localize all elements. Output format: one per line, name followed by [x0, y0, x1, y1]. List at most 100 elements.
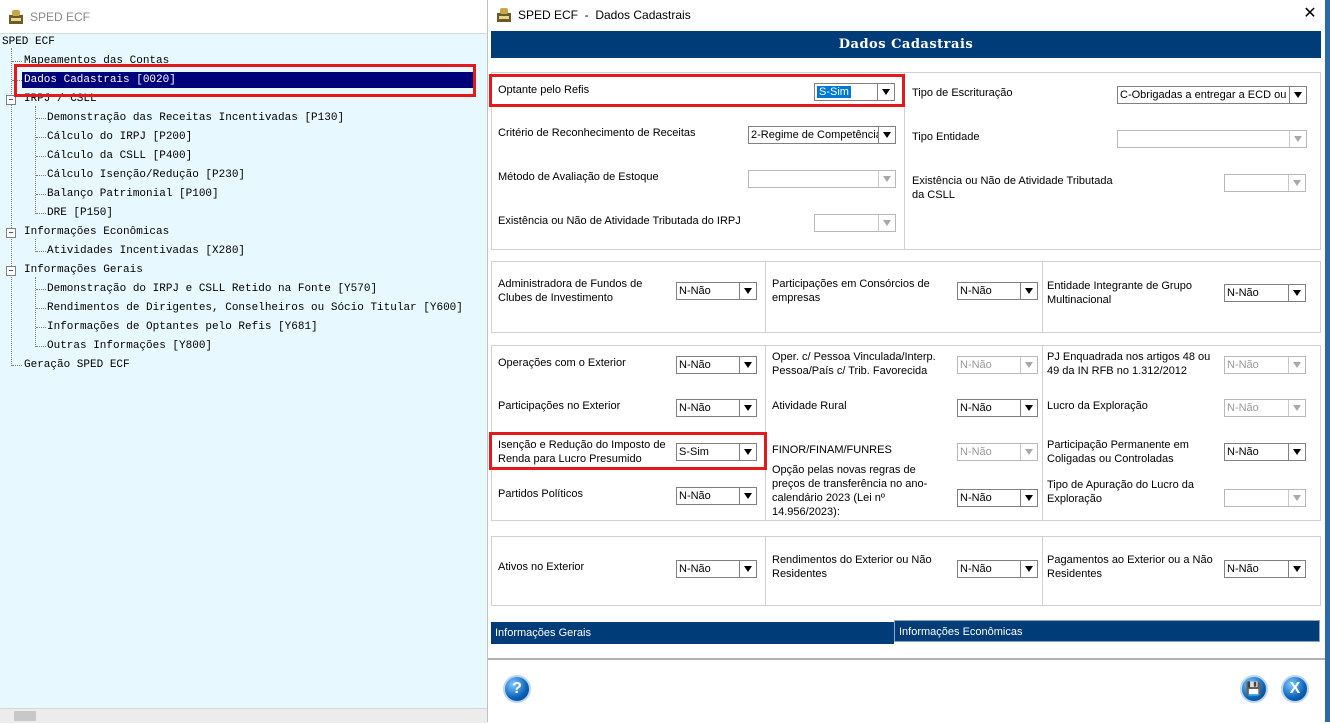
combo-tipo-escrituracao[interactable]: C-Obrigadas a entregar a ECD ou e: [1117, 86, 1307, 104]
tree-item-p400[interactable]: Cálculo da CSLL [P400]: [47, 148, 192, 164]
dropdown-arrow-icon[interactable]: [1020, 283, 1037, 299]
tree-item-y800[interactable]: Outras Informações [Y800]: [47, 338, 212, 354]
dropdown-arrow-icon[interactable]: [739, 283, 756, 299]
combo-rendimentos-exterior[interactable]: N-Não: [957, 560, 1038, 578]
combo-value: C-Obrigadas a entregar a ECD ou e: [1120, 89, 1296, 101]
collapse-icon[interactable]: −: [6, 228, 16, 238]
dropdown-arrow-icon[interactable]: [739, 400, 756, 416]
tree-item-p100[interactable]: Balanço Patrimonial [P100]: [47, 186, 219, 202]
tree-line: [12, 365, 22, 366]
collapse-icon[interactable]: −: [6, 266, 16, 276]
left-title-bar: SPED ECF: [0, 0, 487, 34]
combo-atividade-csll[interactable]: [1224, 174, 1306, 192]
dados-cadastrais-dialog: SPED ECF - Dados Cadastrais ✕ Dados Cada…: [487, 0, 1326, 724]
tree-item-y681[interactable]: Informações de Optantes pelo Refis [Y681…: [47, 319, 318, 335]
dropdown-arrow-icon[interactable]: [1288, 444, 1305, 460]
close-icon[interactable]: ✕: [1300, 4, 1320, 24]
combo-administradora-fundos[interactable]: N-Não: [676, 282, 757, 300]
tree-root[interactable]: SPED ECF: [2, 34, 55, 50]
label-consorcios: Participações em Consórcios de empresas: [772, 278, 930, 304]
dropdown-arrow-icon[interactable]: [1288, 357, 1305, 373]
tree-line: [36, 346, 46, 347]
label-participacao-permanente: Participação Permanente em Coligadas ou …: [1047, 439, 1189, 465]
tree-line: [36, 308, 46, 309]
navigation-tree[interactable]: SPED ECF Mapeamentos das Contas Dados Ca…: [0, 34, 487, 708]
highlight-box: [489, 432, 767, 470]
tree-line: [36, 251, 46, 252]
tree-item-p200[interactable]: Cálculo do IRPJ [P200]: [47, 129, 192, 145]
dropdown-arrow-icon[interactable]: [739, 561, 756, 577]
combo-atividade-rural[interactable]: N-Não: [957, 399, 1038, 417]
tree-item-y600[interactable]: Rendimentos de Dirigentes, Conselheiros …: [47, 300, 463, 316]
dropdown-arrow-icon[interactable]: [1289, 131, 1306, 147]
tree-item-p150[interactable]: DRE [P150]: [47, 205, 113, 221]
combo-value: N-Não: [679, 490, 711, 502]
combo-pagamentos-exterior[interactable]: N-Não: [1224, 560, 1306, 578]
combo-value: N-Não: [1227, 563, 1259, 575]
tree-line: [36, 327, 46, 328]
dropdown-arrow-icon[interactable]: [1288, 400, 1305, 416]
tab-informacoes-economicas[interactable]: Informações Econômicas: [894, 620, 1320, 642]
label-pj-enquadrada: PJ Enquadrada nos artigos 48 ou 49 da IN…: [1047, 351, 1211, 377]
dropdown-arrow-icon[interactable]: [878, 171, 895, 187]
combo-tipo-apuracao[interactable]: [1224, 489, 1306, 507]
tree-line: [36, 137, 46, 138]
tree-line: [36, 213, 46, 214]
dropdown-arrow-icon[interactable]: [1020, 400, 1037, 416]
dropdown-arrow-icon[interactable]: [878, 215, 895, 231]
dropdown-arrow-icon[interactable]: [1289, 87, 1306, 103]
scrollbar-thumb[interactable]: [14, 711, 36, 721]
combo-precos-transferencia[interactable]: N-Não: [957, 489, 1038, 507]
label-operacoes-exterior: Operações com o Exterior: [498, 357, 626, 369]
dropdown-arrow-icon[interactable]: [1288, 285, 1305, 301]
tree-item-geracao[interactable]: Geração SPED ECF: [24, 357, 130, 373]
tree-item-p230[interactable]: Cálculo Isenção/Redução [P230]: [47, 167, 245, 183]
combo-lucro-exploracao[interactable]: N-Não: [1224, 399, 1306, 417]
divider: [1042, 536, 1043, 606]
divider: [765, 536, 766, 606]
dropdown-arrow-icon[interactable]: [1020, 444, 1037, 460]
combo-pj-enquadrada[interactable]: N-Não: [1224, 356, 1306, 374]
save-button[interactable]: 💾: [1240, 675, 1268, 703]
dropdown-arrow-icon[interactable]: [1288, 175, 1305, 191]
combo-partidos-politicos[interactable]: N-Não: [676, 487, 757, 505]
combo-consorcios[interactable]: N-Não: [957, 282, 1038, 300]
tab-informacoes-gerais[interactable]: Informações Gerais: [491, 622, 894, 644]
tree-item-p130[interactable]: Demonstração das Receitas Incentivadas […: [47, 110, 344, 126]
combo-operacoes-exterior[interactable]: N-Não: [676, 356, 757, 374]
tree-item-informacoes-gerais[interactable]: Informações Gerais: [24, 262, 143, 278]
tree-item-x280[interactable]: Atividades Incentivadas [X280]: [47, 243, 245, 259]
help-button[interactable]: ?: [503, 675, 531, 703]
combo-metodo-estoque[interactable]: [748, 170, 896, 188]
dropdown-arrow-icon[interactable]: [878, 127, 895, 143]
dropdown-arrow-icon[interactable]: [1288, 561, 1305, 577]
tree-line: [36, 118, 46, 119]
label-administradora-fundos: Administradora de Fundos de Clubes de In…: [498, 278, 643, 304]
dropdown-arrow-icon[interactable]: [1288, 490, 1305, 506]
combo-atividade-irpj[interactable]: [814, 214, 896, 232]
combo-pessoa-vinculada[interactable]: N-Não: [957, 356, 1038, 374]
combo-tipo-entidade[interactable]: [1117, 130, 1307, 148]
dropdown-arrow-icon[interactable]: [1020, 561, 1037, 577]
dropdown-arrow-icon[interactable]: [1020, 490, 1037, 506]
combo-value: N-Não: [1227, 402, 1259, 414]
tree-window: SPED ECF SPED ECF Mapeamentos das Contas…: [0, 0, 487, 723]
tree-item-informacoes-economicas[interactable]: Informações Econômicas: [24, 224, 169, 240]
exit-button[interactable]: X: [1281, 675, 1309, 703]
combo-grupo-multinacional[interactable]: N-Não: [1224, 284, 1306, 302]
tree-item-y570[interactable]: Demonstração do IRPJ e CSLL Retido na Fo…: [47, 281, 377, 297]
horizontal-scrollbar[interactable]: [0, 708, 487, 723]
combo-participacoes-exterior[interactable]: N-Não: [676, 399, 757, 417]
dropdown-arrow-icon[interactable]: [739, 357, 756, 373]
combo-value: N-Não: [679, 359, 711, 371]
label-finor: FINOR/FINAM/FUNRES: [772, 444, 892, 456]
dropdown-arrow-icon[interactable]: [1020, 357, 1037, 373]
label-partidos-politicos: Partidos Políticos: [498, 488, 583, 500]
label-atividade-irpj: Existência ou Não de Atividade Tributada…: [498, 215, 741, 227]
tree-line: [36, 156, 46, 157]
combo-finor[interactable]: N-Não: [957, 443, 1038, 461]
combo-ativos-exterior[interactable]: N-Não: [676, 560, 757, 578]
combo-criterio-receitas[interactable]: 2-Regime de Competência: [748, 126, 896, 144]
combo-participacao-permanente[interactable]: N-Não: [1224, 443, 1306, 461]
dropdown-arrow-icon[interactable]: [739, 488, 756, 504]
